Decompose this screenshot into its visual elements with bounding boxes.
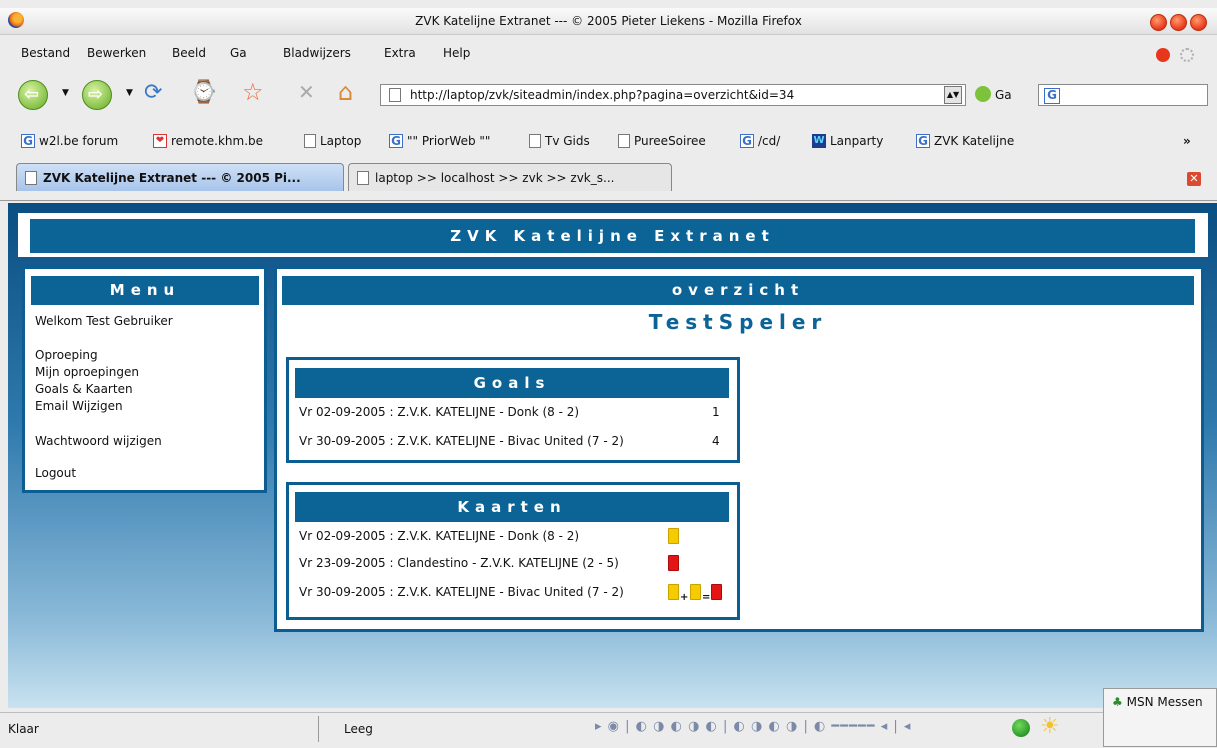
site-title: ZVK Katelijne Extranet <box>30 219 1195 253</box>
page-icon <box>25 170 37 185</box>
yellow-card-icon <box>690 584 701 600</box>
cards-title: Kaarten <box>295 492 729 522</box>
google-icon: G <box>916 134 930 148</box>
goal-row-match: Vr 30-09-2005 : Z.V.K. KATELIJNE - Bivac… <box>299 434 624 448</box>
bookmark-cd[interactable]: G/cd/ <box>740 134 780 148</box>
card-row-match: Vr 30-09-2005 : Z.V.K. KATELIJNE - Bivac… <box>299 585 624 599</box>
menu-link-email-wijzigen[interactable]: Email Wijzigen <box>35 399 123 413</box>
equals-icon: = <box>702 592 711 603</box>
forward-button[interactable]: ⇨ <box>82 80 112 110</box>
menu-link-wachtwoord[interactable]: Wachtwoord wijzigen <box>35 434 162 448</box>
yellow-card-icon <box>668 584 679 600</box>
bookmark-priorweb[interactable]: G "" PriorWeb "" <box>389 134 490 148</box>
menu-help[interactable]: Help <box>443 46 470 60</box>
menu-bewerken[interactable]: Bewerken <box>87 46 146 60</box>
weather-icon[interactable]: ☀ <box>1040 714 1060 739</box>
google-search-icon[interactable]: G <box>1044 88 1060 104</box>
maximize-button[interactable] <box>1170 14 1187 31</box>
media-controls[interactable]: ▸ ◉ | ◐ ◑ ◐ ◑ ◐ | ◐ ◑ ◐ ◑ | ◐ ━━━━━ ◂ | … <box>595 719 911 734</box>
url-history-dropdown-icon[interactable]: ▲▼ <box>944 86 962 104</box>
remote-icon: ❤ <box>153 134 167 148</box>
status-online-icon[interactable] <box>1012 719 1030 737</box>
menu-ga[interactable]: Ga <box>230 46 247 60</box>
menu-link-logout[interactable]: Logout <box>35 466 76 480</box>
tab-label: laptop >> localhost >> zvk >> zvk_s... <box>375 170 615 185</box>
stop-icon[interactable]: ✕ <box>298 80 315 104</box>
go-icon[interactable] <box>975 86 991 102</box>
arrow-right-icon: ⇨ <box>88 84 104 105</box>
google-icon: G <box>389 134 403 148</box>
msn-label: MSN Messen <box>1126 695 1203 709</box>
update-alert-icon[interactable] <box>1156 48 1170 62</box>
back-history-dropdown-icon[interactable]: ▼ <box>62 88 69 98</box>
goal-row-count: 1 <box>712 405 720 419</box>
close-window-button[interactable] <box>1190 14 1207 31</box>
back-button[interactable]: ⇦ <box>18 80 48 110</box>
status-divider <box>318 716 319 742</box>
bookmark-tv-gids[interactable]: Tv Gids <box>529 134 590 148</box>
forward-history-dropdown-icon[interactable]: ▼ <box>126 88 133 98</box>
menu-bladwijzers[interactable]: Bladwijzers <box>283 46 351 60</box>
history-icon[interactable]: ⌚ <box>190 80 217 105</box>
bookmark-zvk-katelijne[interactable]: G ZVK Katelijne <box>916 134 1014 148</box>
bookmark-pureesoiree[interactable]: PureeSoiree <box>618 134 706 148</box>
yellow-card-icon <box>668 528 679 544</box>
goals-title: Goals <box>295 368 729 398</box>
lanparty-icon: W <box>812 134 826 148</box>
menu-title: Menu <box>31 276 259 305</box>
status-secondary-text: Leeg <box>344 722 373 736</box>
bookmark-remote-khm[interactable]: ❤ remote.khm.be <box>153 134 263 148</box>
tab-zvk-extranet[interactable]: ZVK Katelijne Extranet --- © 2005 Pi... <box>16 163 344 191</box>
throbber-icon <box>1180 48 1194 62</box>
goal-row-match: Vr 02-09-2005 : Z.V.K. KATELIJNE - Donk … <box>299 405 580 419</box>
menu-extra[interactable]: Extra <box>384 46 416 60</box>
page-icon <box>304 134 316 148</box>
window-title-bar: ZVK Katelijne Extranet --- © 2005 Pieter… <box>0 8 1217 35</box>
menu-beeld[interactable]: Beeld <box>172 46 206 60</box>
tab-phpmyadmin[interactable]: laptop >> localhost >> zvk >> zvk_s... <box>348 163 672 191</box>
goal-row-count: 4 <box>712 434 720 448</box>
bookmark-star-icon[interactable]: ☆ <box>242 78 264 106</box>
page-icon <box>618 134 630 148</box>
search-input[interactable] <box>1038 84 1208 106</box>
menu-link-goals-kaarten[interactable]: Goals & Kaarten <box>35 382 133 396</box>
reload-icon[interactable]: ⟳ <box>144 80 162 105</box>
welcome-text: Welkom Test Gebruiker <box>35 314 173 328</box>
card-row-match: Vr 23-09-2005 : Clandestino - Z.V.K. KAT… <box>299 556 619 570</box>
status-bar <box>0 712 1103 748</box>
minimize-button[interactable] <box>1150 14 1167 31</box>
page-icon <box>389 88 401 102</box>
status-text: Klaar <box>8 722 39 736</box>
red-card-icon <box>711 584 722 600</box>
card-row-match: Vr 02-09-2005 : Z.V.K. KATELIJNE - Donk … <box>299 529 580 543</box>
firefox-logo-icon <box>8 12 24 28</box>
menu-link-oproeping[interactable]: Oproeping <box>35 348 98 362</box>
player-name: TestSpeler <box>648 310 828 334</box>
msn-buddy-icon: ♣ <box>1112 695 1123 709</box>
tab-label: ZVK Katelijne Extranet --- © 2005 Pi... <box>43 170 301 185</box>
red-card-icon <box>668 555 679 571</box>
home-icon[interactable]: ⌂ <box>338 78 353 106</box>
bookmarks-overflow-button[interactable]: » <box>1183 134 1191 148</box>
arrow-left-icon: ⇦ <box>24 84 40 105</box>
window-title: ZVK Katelijne Extranet --- © 2005 Pieter… <box>415 14 802 28</box>
close-tab-icon[interactable]: ✕ <box>1187 172 1201 186</box>
plus-icon: + <box>680 592 689 603</box>
main-title: overzicht <box>282 276 1194 305</box>
msn-messenger-popup[interactable]: ♣ MSN Messen <box>1103 688 1217 747</box>
google-icon: G <box>740 134 754 148</box>
menu-link-mijn-oproepingen[interactable]: Mijn oproepingen <box>35 365 139 379</box>
page-icon <box>357 170 369 185</box>
menu-bestand[interactable]: Bestand <box>21 46 70 60</box>
google-icon: G <box>21 134 35 148</box>
bookmark-laptop[interactable]: Laptop <box>304 134 361 148</box>
url-input[interactable]: http://laptop/zvk/siteadmin/index.php?pa… <box>410 88 794 102</box>
bookmark-lanparty[interactable]: W Lanparty <box>812 134 883 148</box>
go-button[interactable]: Ga <box>995 88 1012 102</box>
page-icon <box>529 134 541 148</box>
bookmark-w2l-forum[interactable]: Gw2l.be forum <box>21 134 118 148</box>
